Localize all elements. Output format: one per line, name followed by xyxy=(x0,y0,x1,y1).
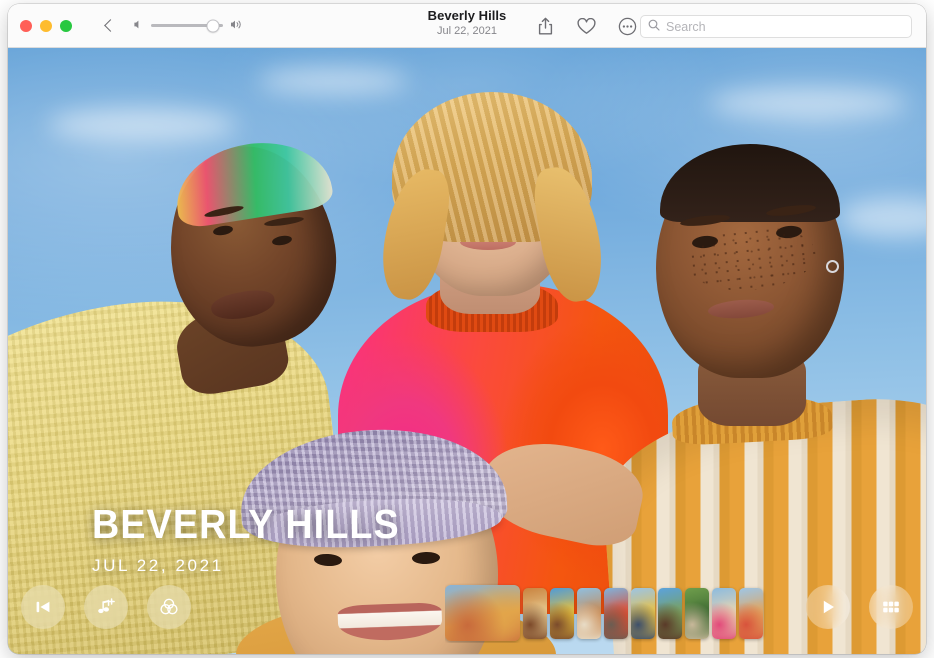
chevron-left-icon xyxy=(104,19,117,32)
skip-back-icon xyxy=(33,597,53,617)
person-right-earring xyxy=(826,260,839,273)
close-button[interactable] xyxy=(20,20,32,32)
window-toolbar: Beverly Hills Jul 22, 2021 xyxy=(8,4,926,48)
speaker-min-icon xyxy=(133,17,144,35)
thumb-blue-sky[interactable] xyxy=(658,588,682,639)
thumb-portrait-1[interactable] xyxy=(523,588,547,639)
volume-slider-knob[interactable] xyxy=(206,19,219,32)
minimize-button[interactable] xyxy=(40,20,52,32)
thumb-two-friends[interactable] xyxy=(631,588,655,639)
cloud-wisp xyxy=(48,108,238,142)
filters-button[interactable] xyxy=(147,585,191,629)
volume-slider-track[interactable] xyxy=(151,24,223,27)
add-music-button[interactable] xyxy=(84,585,128,629)
search-field[interactable]: Search xyxy=(640,15,912,38)
cloud-wisp xyxy=(258,68,408,94)
favorite-button[interactable] xyxy=(576,16,597,37)
thumb-skateboard[interactable] xyxy=(685,588,709,639)
thumb-selfie-pair[interactable] xyxy=(712,588,736,639)
search-placeholder: Search xyxy=(666,20,706,34)
photos-memory-window: Beverly Hills Jul 22, 2021 xyxy=(8,4,926,654)
thumb-sky-arm[interactable] xyxy=(550,588,574,639)
memory-photo-viewer[interactable]: BEVERLY HILLS JUL 22, 2021 xyxy=(8,48,926,654)
thumb-portrait-2[interactable] xyxy=(577,588,601,639)
traffic-light-buttons xyxy=(20,20,72,32)
more-button[interactable] xyxy=(617,16,638,37)
share-button[interactable] xyxy=(535,16,556,37)
volume-slider-group[interactable] xyxy=(133,17,244,35)
speaker-max-icon xyxy=(230,17,244,35)
thumb-ladder[interactable] xyxy=(604,588,628,639)
maximize-button[interactable] xyxy=(60,20,72,32)
overlapping-circles-icon xyxy=(158,596,180,618)
toolbar-actions xyxy=(535,4,638,48)
cloud-wisp xyxy=(708,88,908,118)
search-icon xyxy=(648,18,660,36)
music-note-plus-icon xyxy=(95,596,117,618)
photo-filmstrip[interactable] xyxy=(445,583,926,643)
thumb-group-3[interactable] xyxy=(739,588,763,639)
previous-button[interactable] xyxy=(21,585,65,629)
back-button[interactable] xyxy=(99,15,119,37)
thumb-group-selfie[interactable] xyxy=(445,585,520,641)
